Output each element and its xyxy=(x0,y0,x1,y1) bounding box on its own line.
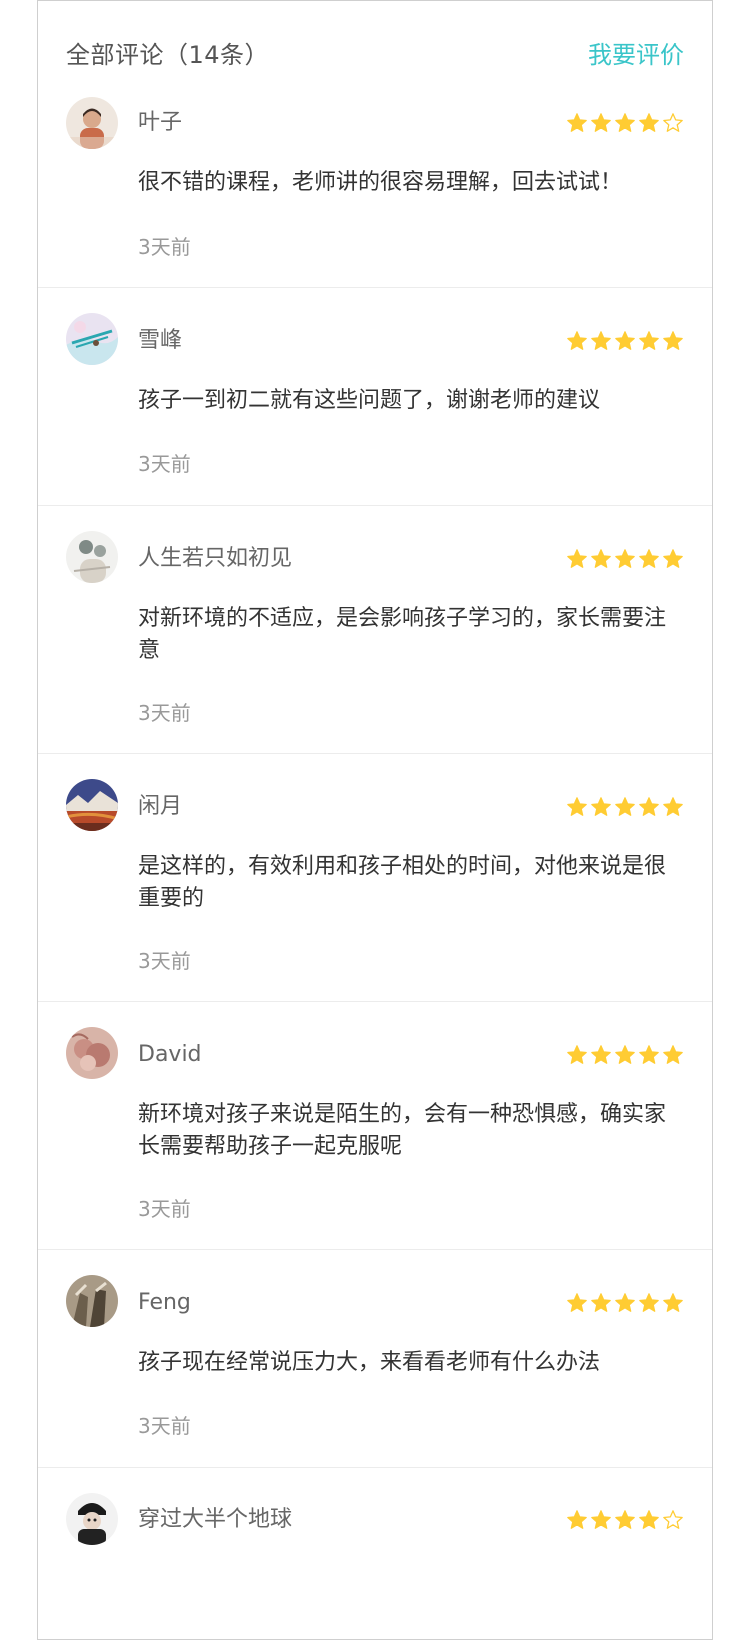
comments-panel: 全部评论（14条） 我要评价 叶子 很不错的课程，老师讲的很容易理解，回去试试！… xyxy=(37,0,713,1640)
star-filled-icon xyxy=(591,113,611,132)
rating-stars xyxy=(566,796,684,818)
star-filled-icon xyxy=(663,331,683,350)
comment-username: 雪峰 xyxy=(138,328,183,353)
star-filled-icon xyxy=(639,549,659,568)
comments-title: 全部评论（14条） xyxy=(66,40,270,69)
star-filled-icon xyxy=(639,1045,659,1064)
star-filled-icon xyxy=(567,1293,587,1312)
comment-time: 3天前 xyxy=(138,235,191,259)
comments-header: 全部评论（14条） 我要评价 xyxy=(66,29,684,75)
star-filled-icon xyxy=(663,1045,683,1064)
star-empty-icon xyxy=(663,1510,683,1529)
avatar[interactable] xyxy=(66,1275,118,1327)
star-filled-icon xyxy=(591,1045,611,1064)
rating-stars xyxy=(566,1044,684,1066)
star-filled-icon xyxy=(615,549,635,568)
star-filled-icon xyxy=(591,1510,611,1529)
star-filled-icon xyxy=(591,797,611,816)
comment-time: 3天前 xyxy=(138,1414,191,1438)
star-filled-icon xyxy=(639,113,659,132)
rating-stars xyxy=(566,112,684,134)
star-filled-icon xyxy=(615,113,635,132)
comment-item: 穿过大半个地球 xyxy=(38,1467,712,1639)
rating-stars xyxy=(566,1509,684,1531)
comment-username: 闲月 xyxy=(138,794,183,819)
avatar[interactable] xyxy=(66,97,118,149)
comment-text: 是这样的，有效利用和孩子相处的时间，对他来说是很重要的 xyxy=(138,854,667,911)
star-filled-icon xyxy=(567,1510,587,1529)
star-filled-icon xyxy=(567,797,587,816)
star-filled-icon xyxy=(591,1293,611,1312)
comment-username: Feng xyxy=(138,1290,191,1315)
star-filled-icon xyxy=(615,331,635,350)
avatar[interactable] xyxy=(66,1493,118,1545)
comment-time: 3天前 xyxy=(138,452,191,476)
comment-item: Feng 孩子现在经常说压力大，来看看老师有什么办法 3天前 xyxy=(38,1249,712,1468)
avatar[interactable] xyxy=(66,779,118,831)
comment-username: 叶子 xyxy=(138,110,183,135)
comment-item: 雪峰 孩子一到初二就有这些问题了，谢谢老师的建议 3天前 xyxy=(38,287,712,506)
rating-stars xyxy=(566,548,684,570)
write-review-link[interactable]: 我要评价 xyxy=(588,35,684,70)
avatar[interactable] xyxy=(66,1027,118,1079)
comment-time: 3天前 xyxy=(138,1197,191,1221)
star-filled-icon xyxy=(615,1510,635,1529)
comment-text: 对新环境的不适应，是会影响孩子学习的，家长需要注意 xyxy=(138,606,667,663)
star-filled-icon xyxy=(615,1293,635,1312)
comment-time: 3天前 xyxy=(138,949,191,973)
rating-stars xyxy=(566,1292,684,1314)
star-filled-icon xyxy=(567,549,587,568)
rating-stars xyxy=(566,330,684,352)
star-filled-icon xyxy=(663,549,683,568)
star-filled-icon xyxy=(591,331,611,350)
star-filled-icon xyxy=(639,1293,659,1312)
star-filled-icon xyxy=(663,797,683,816)
comment-text: 孩子现在经常说压力大，来看看老师有什么办法 xyxy=(138,1350,601,1375)
avatar[interactable] xyxy=(66,531,118,583)
star-filled-icon xyxy=(615,1045,635,1064)
comment-item: 叶子 很不错的课程，老师讲的很容易理解，回去试试！ 3天前 xyxy=(38,75,712,288)
comment-username: 人生若只如初见 xyxy=(138,546,293,571)
star-filled-icon xyxy=(615,797,635,816)
comment-item: 人生若只如初见 对新环境的不适应，是会影响孩子学习的，家长需要注意 3天前 xyxy=(38,505,712,754)
avatar[interactable] xyxy=(66,313,118,365)
comment-item: 闲月 是这样的，有效利用和孩子相处的时间，对他来说是很重要的 3天前 xyxy=(38,753,712,1002)
star-filled-icon xyxy=(567,1045,587,1064)
comment-time: 3天前 xyxy=(138,701,191,725)
star-filled-icon xyxy=(591,549,611,568)
comment-text: 孩子一到初二就有这些问题了，谢谢老师的建议 xyxy=(138,388,601,413)
star-filled-icon xyxy=(567,331,587,350)
star-filled-icon xyxy=(639,331,659,350)
comment-username: 穿过大半个地球 xyxy=(138,1507,293,1532)
comment-item: David 新环境对孩子来说是陌生的，会有一种恐惧感，确实家长需要帮助孩子一起克… xyxy=(38,1001,712,1250)
star-empty-icon xyxy=(663,113,683,132)
comment-username: David xyxy=(138,1042,202,1067)
star-filled-icon xyxy=(567,113,587,132)
star-filled-icon xyxy=(639,1510,659,1529)
star-filled-icon xyxy=(639,797,659,816)
comment-text: 新环境对孩子来说是陌生的，会有一种恐惧感，确实家长需要帮助孩子一起克服呢 xyxy=(138,1102,667,1159)
star-filled-icon xyxy=(663,1293,683,1312)
comment-text: 很不错的课程，老师讲的很容易理解，回去试试！ xyxy=(138,170,623,195)
